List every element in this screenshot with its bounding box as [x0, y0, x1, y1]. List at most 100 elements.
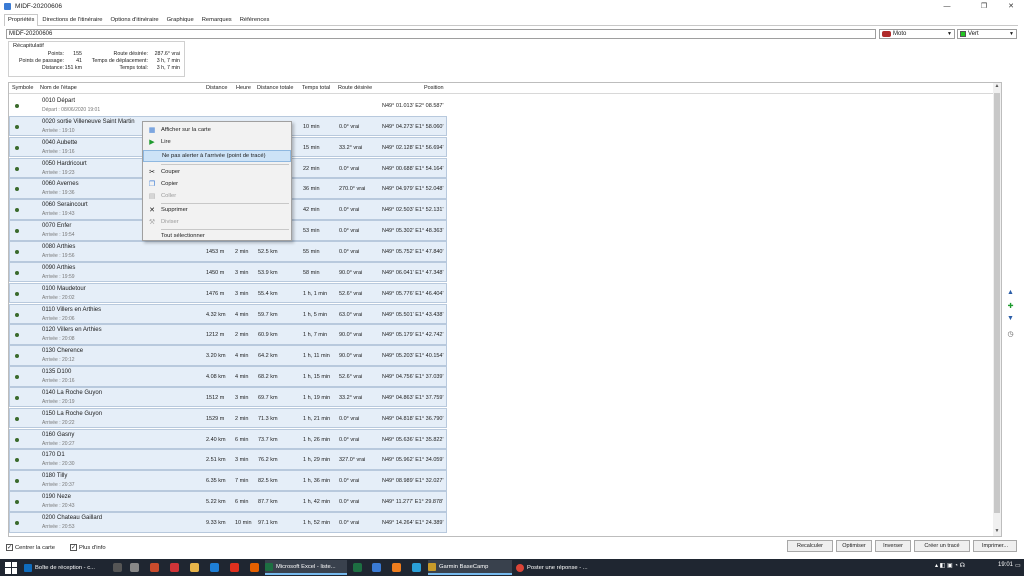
table-row[interactable]: 0090 Arthies Arrivée : 19:59 1450 m 3 min 53… — [9, 261, 447, 283]
distance-value: 151 km — [64, 65, 82, 71]
menu-play[interactable]: ▶ Lire — [143, 136, 291, 148]
col-total-distance[interactable]: Distance totale — [257, 85, 293, 91]
cell-total: 76.2 km — [258, 457, 278, 464]
waypoint-symbol-icon — [15, 458, 19, 463]
col-distance[interactable]: Distance — [206, 85, 227, 91]
optimize-button[interactable]: Optimiser — [836, 540, 872, 552]
menu-split[interactable]: ⚒ Diviser — [143, 216, 291, 228]
cell-time: 2 min — [235, 415, 249, 422]
table-row[interactable]: 0080 Arthies Arrivée : 19:56 1453 m 2 min 52… — [9, 240, 447, 262]
table-row[interactable]: 0160 Gasny Arrivée : 20:27 2.40 km 6 min 73.… — [9, 428, 447, 450]
app-icon[interactable] — [113, 563, 122, 572]
app-icon[interactable] — [353, 563, 362, 572]
windows-start-icon[interactable] — [5, 561, 17, 574]
cell-pos: N49° 11.277' E1° 29.878' — [382, 499, 444, 506]
taskbar-basecamp[interactable]: Garmin BaseCamp — [428, 560, 512, 575]
cell-ttime: 1 h, 21 min — [303, 415, 331, 422]
firefox-icon[interactable] — [250, 563, 259, 572]
tab-references[interactable]: Références — [236, 14, 274, 25]
cell-pos: N49° 06.041' E1° 47.348' — [382, 269, 444, 276]
table-row[interactable]: 0130 Cherence Arrivée : 20:12 3.20 km 4 min… — [9, 345, 447, 366]
waypoint-arrival: Arrivée : 20:53 — [42, 524, 75, 530]
table-row[interactable]: 0010 Départ Départ : 08/06/2020 19:01 N49°… — [9, 95, 447, 116]
col-total-time[interactable]: Temps total — [302, 85, 330, 91]
scroll-thumb[interactable] — [994, 93, 1000, 513]
waypoint-symbol-icon — [15, 354, 19, 359]
print-button[interactable]: Imprimer... — [973, 540, 1017, 552]
recalculate-button[interactable]: Recalculer — [787, 540, 833, 552]
col-name[interactable]: Nom de l'étape — [40, 85, 77, 91]
col-desired-route[interactable]: Route désirée — [338, 85, 372, 91]
taskbar-chrome[interactable]: Poster une réponse - ... — [516, 560, 598, 575]
menu-paste[interactable]: ▤ Coller — [143, 190, 291, 202]
cell-ttime: 42 min — [303, 207, 320, 214]
tab-notes[interactable]: Remarques — [198, 14, 236, 25]
cell-ttime: 1 h, 7 min — [303, 332, 328, 339]
waypoint-arrival: Arrivée : 20:19 — [42, 398, 75, 405]
waypoint-arrival: Arrivée : 19:43 — [42, 211, 75, 218]
col-time[interactable]: Heure — [236, 85, 251, 91]
table-row[interactable]: 0170 D1 Arrivée : 20:30 2.51 km 3 min 76.2 k… — [9, 449, 447, 471]
app-icon[interactable] — [392, 563, 401, 572]
menu-copy[interactable]: ❐ Copier — [143, 178, 291, 190]
table-row[interactable]: 0140 La Roche Guyon Arrivée : 20:19 1512 m… — [9, 386, 447, 408]
maximize-button[interactable]: ❐ — [973, 0, 995, 12]
desired-route-label: Route désirée: — [113, 51, 148, 57]
vertical-scrollbar[interactable]: ▲ ▼ — [993, 83, 1001, 536]
tab-route-options[interactable]: Options d'itinéraire — [107, 14, 163, 25]
table-row[interactable]: 0110 Villers en Arthies Arrivée : 20:06 4.… — [9, 303, 447, 325]
table-row[interactable]: 0150 La Roche Guyon Arrivée : 20:22 1529 m… — [9, 407, 447, 429]
waypoint-name: 0110 Villers en Arthies — [42, 306, 102, 313]
move-down-icon[interactable]: ▼ — [1006, 314, 1015, 323]
center-map-checkbox[interactable]: ✓ Centrer la carte — [6, 544, 55, 551]
tab-directions[interactable]: Directions de l'itinéraire — [38, 14, 106, 25]
menu-delete[interactable]: ✕ Supprimer — [143, 204, 291, 216]
tray-icons[interactable]: ▴ ◧ ▣ ◔ ☊ — [935, 562, 965, 569]
menu-cut[interactable]: ✂ Couper — [143, 166, 291, 178]
waypoint-name: 0100 Maudetour — [42, 285, 86, 292]
profile-select[interactable]: Moto ▼ — [879, 29, 955, 39]
table-row[interactable]: 0120 Villers en Arthies Arrivée : 20:08 12… — [9, 324, 447, 345]
app-icon[interactable] — [170, 563, 179, 572]
table-row[interactable]: 0200 Chateau Gaillard Arrivée : 20:53 9.33… — [9, 512, 447, 533]
edge-icon[interactable] — [210, 563, 219, 572]
opera-icon[interactable] — [230, 563, 239, 572]
taskbar-mail[interactable]: Boîte de réception - c... — [24, 560, 106, 575]
app-icon[interactable] — [412, 563, 421, 572]
add-waypoint-icon[interactable]: ✚ — [1006, 301, 1015, 310]
waypoint-name: 0180 Tilly — [42, 473, 68, 480]
move-up-icon[interactable]: ▲ — [1006, 288, 1015, 297]
taskbar-excel[interactable]: Microsoft Excel - liste... — [265, 560, 347, 575]
tab-properties[interactable]: Propriétés — [4, 14, 39, 26]
waypoint-name: 0140 La Roche Guyon — [42, 389, 103, 396]
history-icon[interactable]: ◷ — [1006, 329, 1015, 338]
reverse-button[interactable]: Inverser — [875, 540, 911, 552]
app-icon[interactable] — [372, 563, 381, 572]
waypoint-symbol-icon — [15, 375, 19, 380]
explorer-icon[interactable] — [130, 563, 139, 572]
scroll-up-icon[interactable]: ▲ — [993, 83, 1001, 91]
folder-icon[interactable] — [190, 563, 199, 572]
table-row[interactable]: 0135 D100 Arrivée : 20:16 4.08 km 4 min 68.2… — [9, 366, 447, 387]
minimize-button[interactable]: — — [936, 0, 958, 12]
close-button[interactable]: ✕ — [1000, 0, 1022, 12]
route-name-field[interactable]: MIDF-20200606 — [6, 29, 876, 39]
col-position[interactable]: Position — [424, 85, 444, 91]
col-symbol[interactable]: Symbole — [12, 85, 33, 91]
scroll-down-icon[interactable]: ▼ — [993, 528, 1001, 536]
waypoint-symbol-icon — [15, 479, 19, 484]
more-info-checkbox[interactable]: ✓ Plus d'info — [70, 544, 106, 551]
cell-ttime: 36 min — [303, 186, 320, 193]
table-row[interactable]: 0190 Neze Arrivée : 20:43 5.22 km 6 min 87.7… — [9, 491, 447, 512]
table-row[interactable]: 0180 Tilly Arrivée : 20:37 6.35 km 7 min 82.… — [9, 470, 447, 491]
tab-graph[interactable]: Graphique — [163, 14, 198, 25]
menu-select-all[interactable]: Tout sélectionner — [143, 230, 291, 242]
pdf-icon[interactable] — [150, 563, 159, 572]
color-select[interactable]: Vert ▼ — [957, 29, 1017, 39]
cell-ttime: 58 min — [303, 269, 320, 276]
menu-show-on-map[interactable]: ▦ Afficher sur la carte — [143, 124, 291, 136]
menu-no-arrival-alert[interactable]: Ne pas alerter à l'arrivée (point de tra… — [143, 150, 291, 162]
create-track-button[interactable]: Créer un tracé — [914, 540, 970, 552]
notification-icon[interactable]: ▭ — [1015, 562, 1021, 569]
table-row[interactable]: 0100 Maudetour Arrivée : 20:02 1476 m 3 min… — [9, 282, 447, 304]
